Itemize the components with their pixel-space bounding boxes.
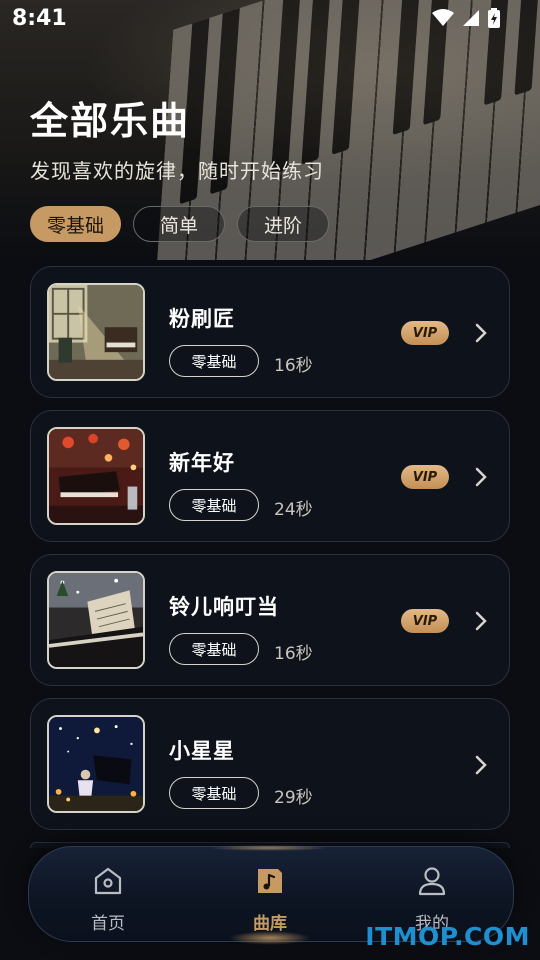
song-duration: 16秒 xyxy=(274,356,313,376)
vip-badge: VIP xyxy=(401,465,449,489)
status-bar: 8:41 xyxy=(0,0,540,36)
level-badge: 零基础 xyxy=(169,633,259,665)
song-duration: 16秒 xyxy=(274,644,313,664)
song-card[interactable]: 新年好 零基础 24秒 VIP xyxy=(30,410,510,542)
filter-chip-beginner[interactable]: 零基础 xyxy=(30,206,122,242)
profile-icon xyxy=(418,867,446,896)
signal-icon xyxy=(463,10,479,26)
song-card[interactable]: 粉刷匠 零基础 16秒 VIP xyxy=(30,266,510,398)
page-subtitle: 发现喜欢的旋律，随时开始练习 xyxy=(30,159,324,183)
watermark-text: ITMOP.COM xyxy=(365,922,530,951)
filter-chip-advanced[interactable]: 进阶 xyxy=(237,206,330,242)
vip-label: VIP xyxy=(412,325,438,341)
difficulty-filter-bar: 零基础 简单 进阶 xyxy=(30,206,330,242)
song-duration: 24秒 xyxy=(274,500,313,520)
song-list: 粉刷匠 零基础 16秒 VIP 新年好 零基础 24秒 VIP 铃儿响叮当 零基… xyxy=(30,266,510,848)
song-card[interactable]: 小星星 零基础 29秒 xyxy=(30,698,510,830)
vip-label: VIP xyxy=(412,613,438,629)
vip-label: VIP xyxy=(412,469,438,485)
vip-badge: VIP xyxy=(401,609,449,633)
chevron-right-icon xyxy=(475,467,487,487)
battery-icon xyxy=(488,8,500,28)
song-title: 新年好 xyxy=(169,451,235,475)
song-duration: 29秒 xyxy=(274,788,313,808)
song-title: 粉刷匠 xyxy=(169,307,235,331)
active-tab-glow-top xyxy=(209,845,329,851)
song-card[interactable]: 铃儿响叮当 零基础 16秒 VIP xyxy=(30,554,510,686)
piano-room-image xyxy=(47,283,145,381)
tab-home[interactable]: 首页 xyxy=(63,865,153,934)
active-tab-indicator xyxy=(229,931,311,945)
home-icon xyxy=(94,867,122,895)
tab-label: 首页 xyxy=(91,914,125,934)
song-title: 铃儿响叮当 xyxy=(169,595,279,619)
level-badge: 零基础 xyxy=(169,345,259,377)
tab-library[interactable]: 曲库 xyxy=(225,865,315,934)
status-icons xyxy=(432,8,500,28)
music-library-icon xyxy=(258,869,282,893)
chevron-right-icon xyxy=(475,755,487,775)
starry-night-piano-image xyxy=(47,715,145,813)
wifi-icon xyxy=(432,9,454,26)
chevron-right-icon xyxy=(475,611,487,631)
page-title: 全部乐曲 xyxy=(30,99,191,143)
status-time: 8:41 xyxy=(12,6,67,31)
filter-chip-easy[interactable]: 简单 xyxy=(133,206,226,242)
level-badge: 零基础 xyxy=(169,489,259,521)
vip-badge: VIP xyxy=(401,321,449,345)
christmas-sheet-music-image xyxy=(47,571,145,669)
song-title: 小星星 xyxy=(169,739,235,763)
new-year-piano-image xyxy=(47,427,145,525)
level-badge: 零基础 xyxy=(169,777,259,809)
chevron-right-icon xyxy=(475,323,487,343)
